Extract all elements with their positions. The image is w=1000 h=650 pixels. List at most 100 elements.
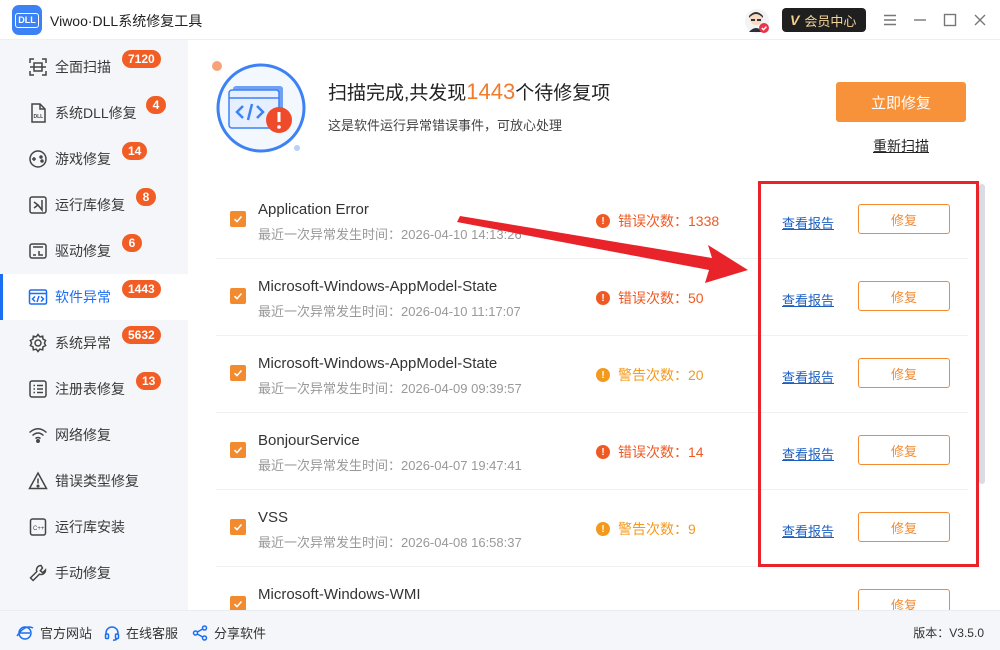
row-checkbox[interactable] <box>230 596 246 610</box>
row-checkbox[interactable] <box>230 365 246 381</box>
error-illustration-icon <box>212 61 306 153</box>
version-label: 版本：V3.5.0 <box>913 626 984 640</box>
checkmark-icon <box>233 446 243 454</box>
sidebar-item-manual-repair[interactable]: 手动修复 <box>0 550 188 596</box>
checkmark-icon <box>233 369 243 377</box>
row-checkbox[interactable] <box>230 442 246 458</box>
vip-icon: V <box>790 12 800 28</box>
share-software-link[interactable]: 分享软件 <box>192 623 266 642</box>
occurrence-count: ! 错误次数：1338 <box>596 211 719 231</box>
last-occurrence-time: 最近一次异常发生时间：2026-04-10 11:17:07 <box>258 304 521 319</box>
annotation-highlight-box <box>758 181 979 567</box>
scan-icon <box>29 58 47 76</box>
event-source-name: BonjourService <box>258 432 360 449</box>
count-badge: 13 <box>136 372 162 390</box>
event-source-name: Microsoft-Windows-AppModel-State <box>258 278 498 295</box>
error-icon: ! <box>596 214 610 228</box>
sidebar: 全面扫描 7120 DLL 系统DLL修复 4 游戏修复 14 运行库修复 8 … <box>0 40 188 610</box>
count-badge: 8 <box>136 188 156 206</box>
svg-text:DLL: DLL <box>34 114 44 120</box>
share-icon <box>192 624 208 641</box>
sidebar-item-label: 软件异常 <box>55 289 111 305</box>
app-title: Viwoo·DLL系统修复工具 <box>50 13 203 29</box>
sidebar-item-game-repair[interactable]: 游戏修复 14 <box>0 136 188 182</box>
vip-center-button[interactable]: V 会员中心 <box>782 8 866 32</box>
list-scrollbar[interactable] <box>979 184 985 484</box>
row-checkbox[interactable] <box>230 288 246 304</box>
checkmark-icon <box>233 523 243 531</box>
wifi-icon <box>29 428 47 443</box>
svg-text:C++: C++ <box>33 526 45 532</box>
sidebar-item-label: 驱动修复 <box>55 243 111 259</box>
checkmark-icon <box>233 215 243 223</box>
sidebar-item-label: 错误类型修复 <box>55 473 139 489</box>
row-checkbox[interactable] <box>230 519 246 535</box>
last-occurrence-time: 最近一次异常发生时间：2026-04-08 16:58:37 <box>258 535 522 550</box>
occurrence-count: ! 错误次数：50 <box>596 288 704 308</box>
sidebar-item-network-repair[interactable]: 网络修复 <box>0 412 188 458</box>
scan-result-subtitle: 这是软件运行异常错误事件，可放心处理 <box>328 118 563 133</box>
checkmark-icon <box>233 600 243 608</box>
occurrence-count-label: 警告次数：9 <box>618 521 696 537</box>
dll-file-icon: DLL <box>31 103 46 123</box>
count-badge: 1443 <box>122 280 161 298</box>
minimize-icon[interactable] <box>910 10 930 30</box>
headset-icon <box>104 625 120 641</box>
sidebar-item-label: 全面扫描 <box>55 59 111 75</box>
sidebar-item-system-error[interactable]: 系统异常 5632 <box>0 320 188 366</box>
sidebar-item-label: 手动修复 <box>55 565 111 581</box>
official-website-link[interactable]: 官方网站 <box>16 623 92 642</box>
scan-summary: 扫描完成,共发现1443个待修复项 这是软件运行异常错误事件，可放心处理 立即修… <box>188 40 1000 182</box>
driver-chip-icon <box>29 243 47 259</box>
sidebar-item-dll-repair[interactable]: DLL 系统DLL修复 4 <box>0 90 188 136</box>
issue-row: Microsoft-Windows-WMI 修复 <box>196 567 988 610</box>
sidebar-item-error-type-repair[interactable]: 错误类型修复 <box>0 458 188 504</box>
online-support-link[interactable]: 在线客服 <box>104 623 178 642</box>
warning-triangle-icon <box>28 471 48 490</box>
registry-list-icon <box>29 380 47 398</box>
count-badge: 7120 <box>122 50 161 68</box>
sidebar-item-full-scan[interactable]: 全面扫描 7120 <box>0 44 188 90</box>
vs-runtime-icon <box>29 196 47 214</box>
sidebar-item-runtime-repair[interactable]: 运行库修复 8 <box>0 182 188 228</box>
error-icon: ! <box>596 291 610 305</box>
vip-center-label: 会员中心 <box>804 13 857 29</box>
last-occurrence-time: 最近一次异常发生时间：2026-04-07 19:47:41 <box>258 458 522 473</box>
close-icon[interactable] <box>970 10 990 30</box>
rescan-link[interactable]: 重新扫描 <box>873 136 929 156</box>
user-avatar-icon[interactable] <box>744 8 770 34</box>
count-badge: 5632 <box>122 326 161 344</box>
count-badge: 6 <box>122 234 142 252</box>
occurrence-count-label: 错误次数：1338 <box>618 213 720 229</box>
sidebar-item-label: 注册表修复 <box>55 381 125 397</box>
occurrence-count-label: 错误次数：50 <box>618 290 704 306</box>
occurrence-count: ! 警告次数：9 <box>596 519 696 539</box>
last-occurrence-time: 最近一次异常发生时间：2026-04-09 09:39:57 <box>258 381 522 396</box>
maximize-icon[interactable] <box>940 10 960 30</box>
issue-count: 1443 <box>466 79 516 104</box>
sidebar-item-software-error[interactable]: 软件异常 1443 <box>0 274 188 320</box>
error-icon: ! <box>596 445 610 459</box>
checkmark-icon <box>233 292 243 300</box>
sidebar-item-driver-repair[interactable]: 驱动修复 6 <box>0 228 188 274</box>
sidebar-item-label: 系统DLL修复 <box>55 105 137 121</box>
row-checkbox[interactable] <box>230 211 246 227</box>
ie-globe-icon <box>16 625 34 640</box>
fix-all-button[interactable]: 立即修复 <box>836 82 966 122</box>
occurrence-count-label: 错误次数：14 <box>618 444 704 460</box>
code-window-icon <box>28 289 48 305</box>
repair-button[interactable]: 修复 <box>858 589 950 610</box>
sidebar-item-label: 系统异常 <box>55 335 111 351</box>
event-source-name: Microsoft-Windows-AppModel-State <box>258 355 498 372</box>
sidebar-item-runtime-install[interactable]: C++ 运行库安装 <box>0 504 188 550</box>
sidebar-item-label: 运行库修复 <box>55 197 125 213</box>
gamepad-icon <box>29 150 47 168</box>
menu-icon[interactable] <box>880 10 900 30</box>
sidebar-item-registry-repair[interactable]: 注册表修复 13 <box>0 366 188 412</box>
count-badge: 14 <box>122 142 148 160</box>
sidebar-item-label: 运行库安装 <box>55 519 125 535</box>
sidebar-item-label: 网络修复 <box>55 427 111 443</box>
event-source-name: VSS <box>258 509 289 526</box>
cpp-file-icon: C++ <box>29 518 47 536</box>
scan-result-title: 扫描完成,共发现1443个待修复项 <box>328 79 611 104</box>
